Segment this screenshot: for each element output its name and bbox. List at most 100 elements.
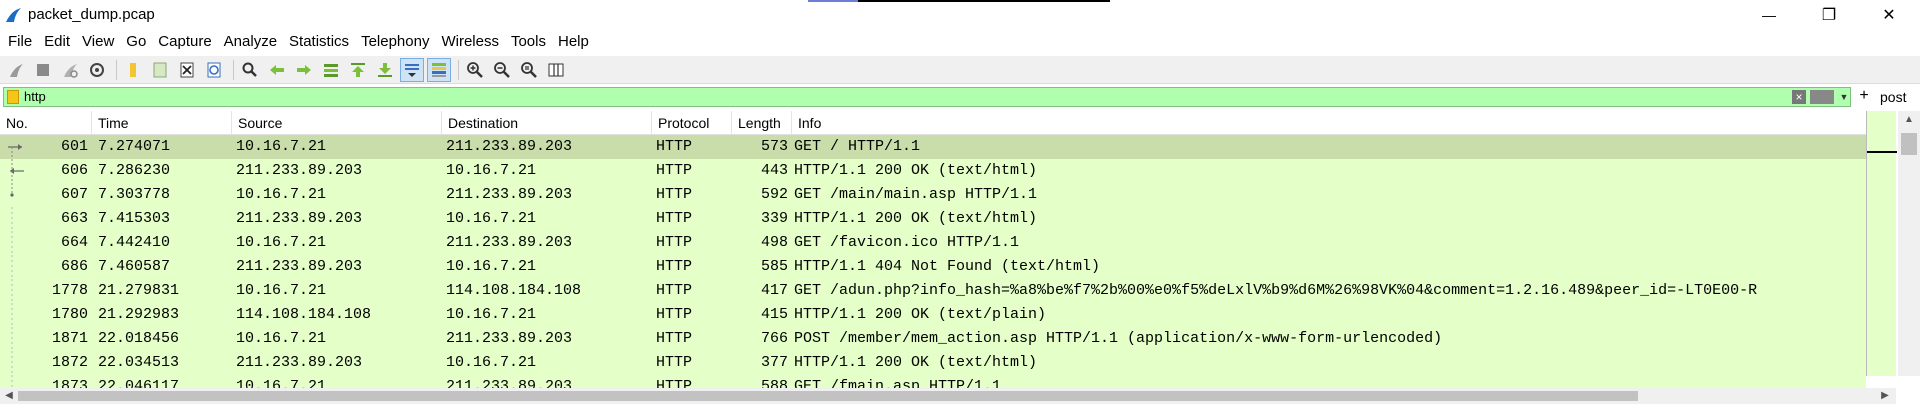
reload-file-button[interactable] bbox=[202, 58, 226, 82]
main-toolbar bbox=[0, 56, 1920, 84]
column-header-destination[interactable]: Destination bbox=[442, 111, 652, 135]
display-filter-input[interactable] bbox=[24, 88, 1784, 106]
column-header-protocol[interactable]: Protocol bbox=[652, 111, 732, 135]
minimize-button[interactable]: — bbox=[1740, 0, 1798, 30]
minimize-icon: — bbox=[1762, 7, 1776, 23]
go-forward-button[interactable] bbox=[292, 58, 316, 82]
response-arrow-icon bbox=[6, 159, 26, 183]
normal-size-icon bbox=[521, 61, 537, 78]
open-file-button[interactable] bbox=[121, 58, 145, 82]
column-header-source[interactable]: Source bbox=[232, 111, 442, 135]
save-file-button[interactable] bbox=[148, 58, 172, 82]
wireshark-fin-icon bbox=[4, 6, 22, 24]
find-packet-icon bbox=[242, 62, 257, 77]
packet-list: No. Time Source Destination Protocol Len… bbox=[0, 111, 1920, 404]
horizontal-scrollbar[interactable]: ◀ ▶ bbox=[0, 388, 1896, 404]
vertical-scroll-thumb[interactable] bbox=[1901, 133, 1917, 155]
packet-row[interactable]: 664 7.442410 10.16.7.21 211.233.89.203 H… bbox=[0, 231, 1866, 255]
autoscroll-icon bbox=[405, 63, 419, 77]
close-file-button[interactable] bbox=[175, 58, 199, 82]
menu-analyze[interactable]: Analyze bbox=[218, 30, 283, 54]
clear-filter-icon[interactable]: × bbox=[1792, 90, 1806, 104]
menu-view[interactable]: View bbox=[76, 30, 120, 54]
scroll-up-icon[interactable]: ▲ bbox=[1898, 111, 1920, 129]
packet-row[interactable]: 606 7.286230 211.233.89.203 10.16.7.21 H… bbox=[0, 159, 1866, 183]
packet-row[interactable]: 1780 21.292983 114.108.184.108 10.16.7.2… bbox=[0, 303, 1866, 327]
reload-file-icon bbox=[207, 62, 221, 77]
title-bar: packet_dump.pcap — ❐ ✕ bbox=[0, 0, 1920, 30]
menu-telephony[interactable]: Telephony bbox=[355, 30, 435, 54]
display-filter-bar: × ▼ + post bbox=[0, 87, 1920, 107]
apply-filter-icon[interactable] bbox=[1810, 90, 1834, 104]
restore-icon: ❐ bbox=[1821, 7, 1837, 24]
packet-rows: 601 7.274071 10.16.7.21 211.233.89.203 H… bbox=[0, 135, 1866, 388]
related-packet-icon bbox=[6, 279, 26, 303]
minimap-selection-marker bbox=[1867, 151, 1897, 153]
zoom-out-icon bbox=[494, 61, 510, 78]
go-back-button[interactable] bbox=[265, 58, 289, 82]
go-first-button[interactable] bbox=[346, 58, 370, 82]
start-capture-button[interactable] bbox=[4, 58, 28, 82]
start-capture-icon bbox=[10, 63, 23, 77]
normal-size-button[interactable] bbox=[517, 58, 541, 82]
display-filter-field: × ▼ bbox=[3, 87, 1851, 107]
horizontal-scroll-thumb[interactable] bbox=[18, 391, 1638, 401]
menu-wireless[interactable]: Wireless bbox=[435, 30, 505, 54]
scroll-right-icon[interactable]: ▶ bbox=[1878, 388, 1892, 404]
packet-row[interactable]: 686 7.460587 211.233.89.203 10.16.7.21 H… bbox=[0, 255, 1866, 279]
go-last-button[interactable] bbox=[373, 58, 397, 82]
go-to-packet-button[interactable] bbox=[319, 58, 343, 82]
resize-columns-icon bbox=[548, 63, 564, 76]
find-packet-button[interactable] bbox=[238, 58, 262, 82]
capture-options-button[interactable] bbox=[85, 58, 109, 82]
colorize-button[interactable] bbox=[427, 57, 451, 82]
colorize-icon bbox=[432, 62, 446, 77]
go-first-icon bbox=[351, 62, 365, 77]
packet-row[interactable]: 601 7.274071 10.16.7.21 211.233.89.203 H… bbox=[0, 135, 1866, 159]
maximize-button[interactable]: ❐ bbox=[1800, 0, 1858, 30]
stop-capture-icon bbox=[37, 63, 49, 76]
go-last-icon bbox=[378, 62, 392, 77]
window-accent-line bbox=[808, 0, 1110, 2]
column-header-info[interactable]: Info bbox=[792, 111, 1866, 135]
column-header-no[interactable]: No. bbox=[0, 111, 92, 135]
zoom-in-button[interactable] bbox=[463, 58, 487, 82]
packet-row[interactable]: 1778 21.279831 10.16.7.21 114.108.184.10… bbox=[0, 279, 1866, 303]
toolbar-separator bbox=[458, 59, 459, 80]
toolbar-separator bbox=[233, 59, 234, 80]
filter-history-dropdown-icon[interactable]: ▼ bbox=[1838, 90, 1850, 104]
scroll-left-icon[interactable]: ◀ bbox=[2, 388, 16, 404]
menu-go[interactable]: Go bbox=[120, 30, 152, 54]
autoscroll-button[interactable] bbox=[400, 57, 424, 82]
column-header-length[interactable]: Length bbox=[732, 111, 792, 135]
close-button[interactable]: ✕ bbox=[1860, 0, 1918, 30]
menu-help[interactable]: Help bbox=[552, 30, 595, 54]
filter-bookmark-icon[interactable] bbox=[7, 90, 19, 104]
related-packet-icon bbox=[6, 183, 26, 207]
restart-capture-icon bbox=[64, 63, 78, 78]
resize-columns-button[interactable] bbox=[544, 58, 568, 82]
related-packet-icon bbox=[6, 255, 26, 279]
menu-edit[interactable]: Edit bbox=[38, 30, 76, 54]
filter-button-post[interactable]: post bbox=[1880, 87, 1906, 107]
packet-row[interactable]: 1873 22.046117 10.16.7.21 211.233.89.203… bbox=[0, 375, 1866, 388]
menu-file[interactable]: File bbox=[2, 30, 38, 54]
packet-row[interactable]: 663 7.415303 211.233.89.203 10.16.7.21 H… bbox=[0, 207, 1866, 231]
packet-row[interactable]: 1871 22.018456 10.16.7.21 211.233.89.203… bbox=[0, 327, 1866, 351]
stop-capture-button[interactable] bbox=[31, 58, 55, 82]
packet-minimap[interactable] bbox=[1866, 111, 1897, 376]
menu-capture[interactable]: Capture bbox=[152, 30, 217, 54]
zoom-out-button[interactable] bbox=[490, 58, 514, 82]
restart-capture-button[interactable] bbox=[58, 58, 82, 82]
capture-options-icon bbox=[90, 62, 104, 77]
request-arrow-icon bbox=[6, 135, 26, 159]
related-packet-icon bbox=[6, 351, 26, 375]
vertical-scrollbar[interactable]: ▲ bbox=[1898, 111, 1920, 376]
related-packet-icon bbox=[6, 375, 26, 388]
menu-tools[interactable]: Tools bbox=[505, 30, 552, 54]
column-header-time[interactable]: Time bbox=[92, 111, 232, 135]
add-filter-button[interactable]: + bbox=[1857, 87, 1871, 107]
packet-row[interactable]: 1872 22.034513 211.233.89.203 10.16.7.21… bbox=[0, 351, 1866, 375]
packet-row[interactable]: 607 7.303778 10.16.7.21 211.233.89.203 H… bbox=[0, 183, 1866, 207]
menu-statistics[interactable]: Statistics bbox=[283, 30, 355, 54]
